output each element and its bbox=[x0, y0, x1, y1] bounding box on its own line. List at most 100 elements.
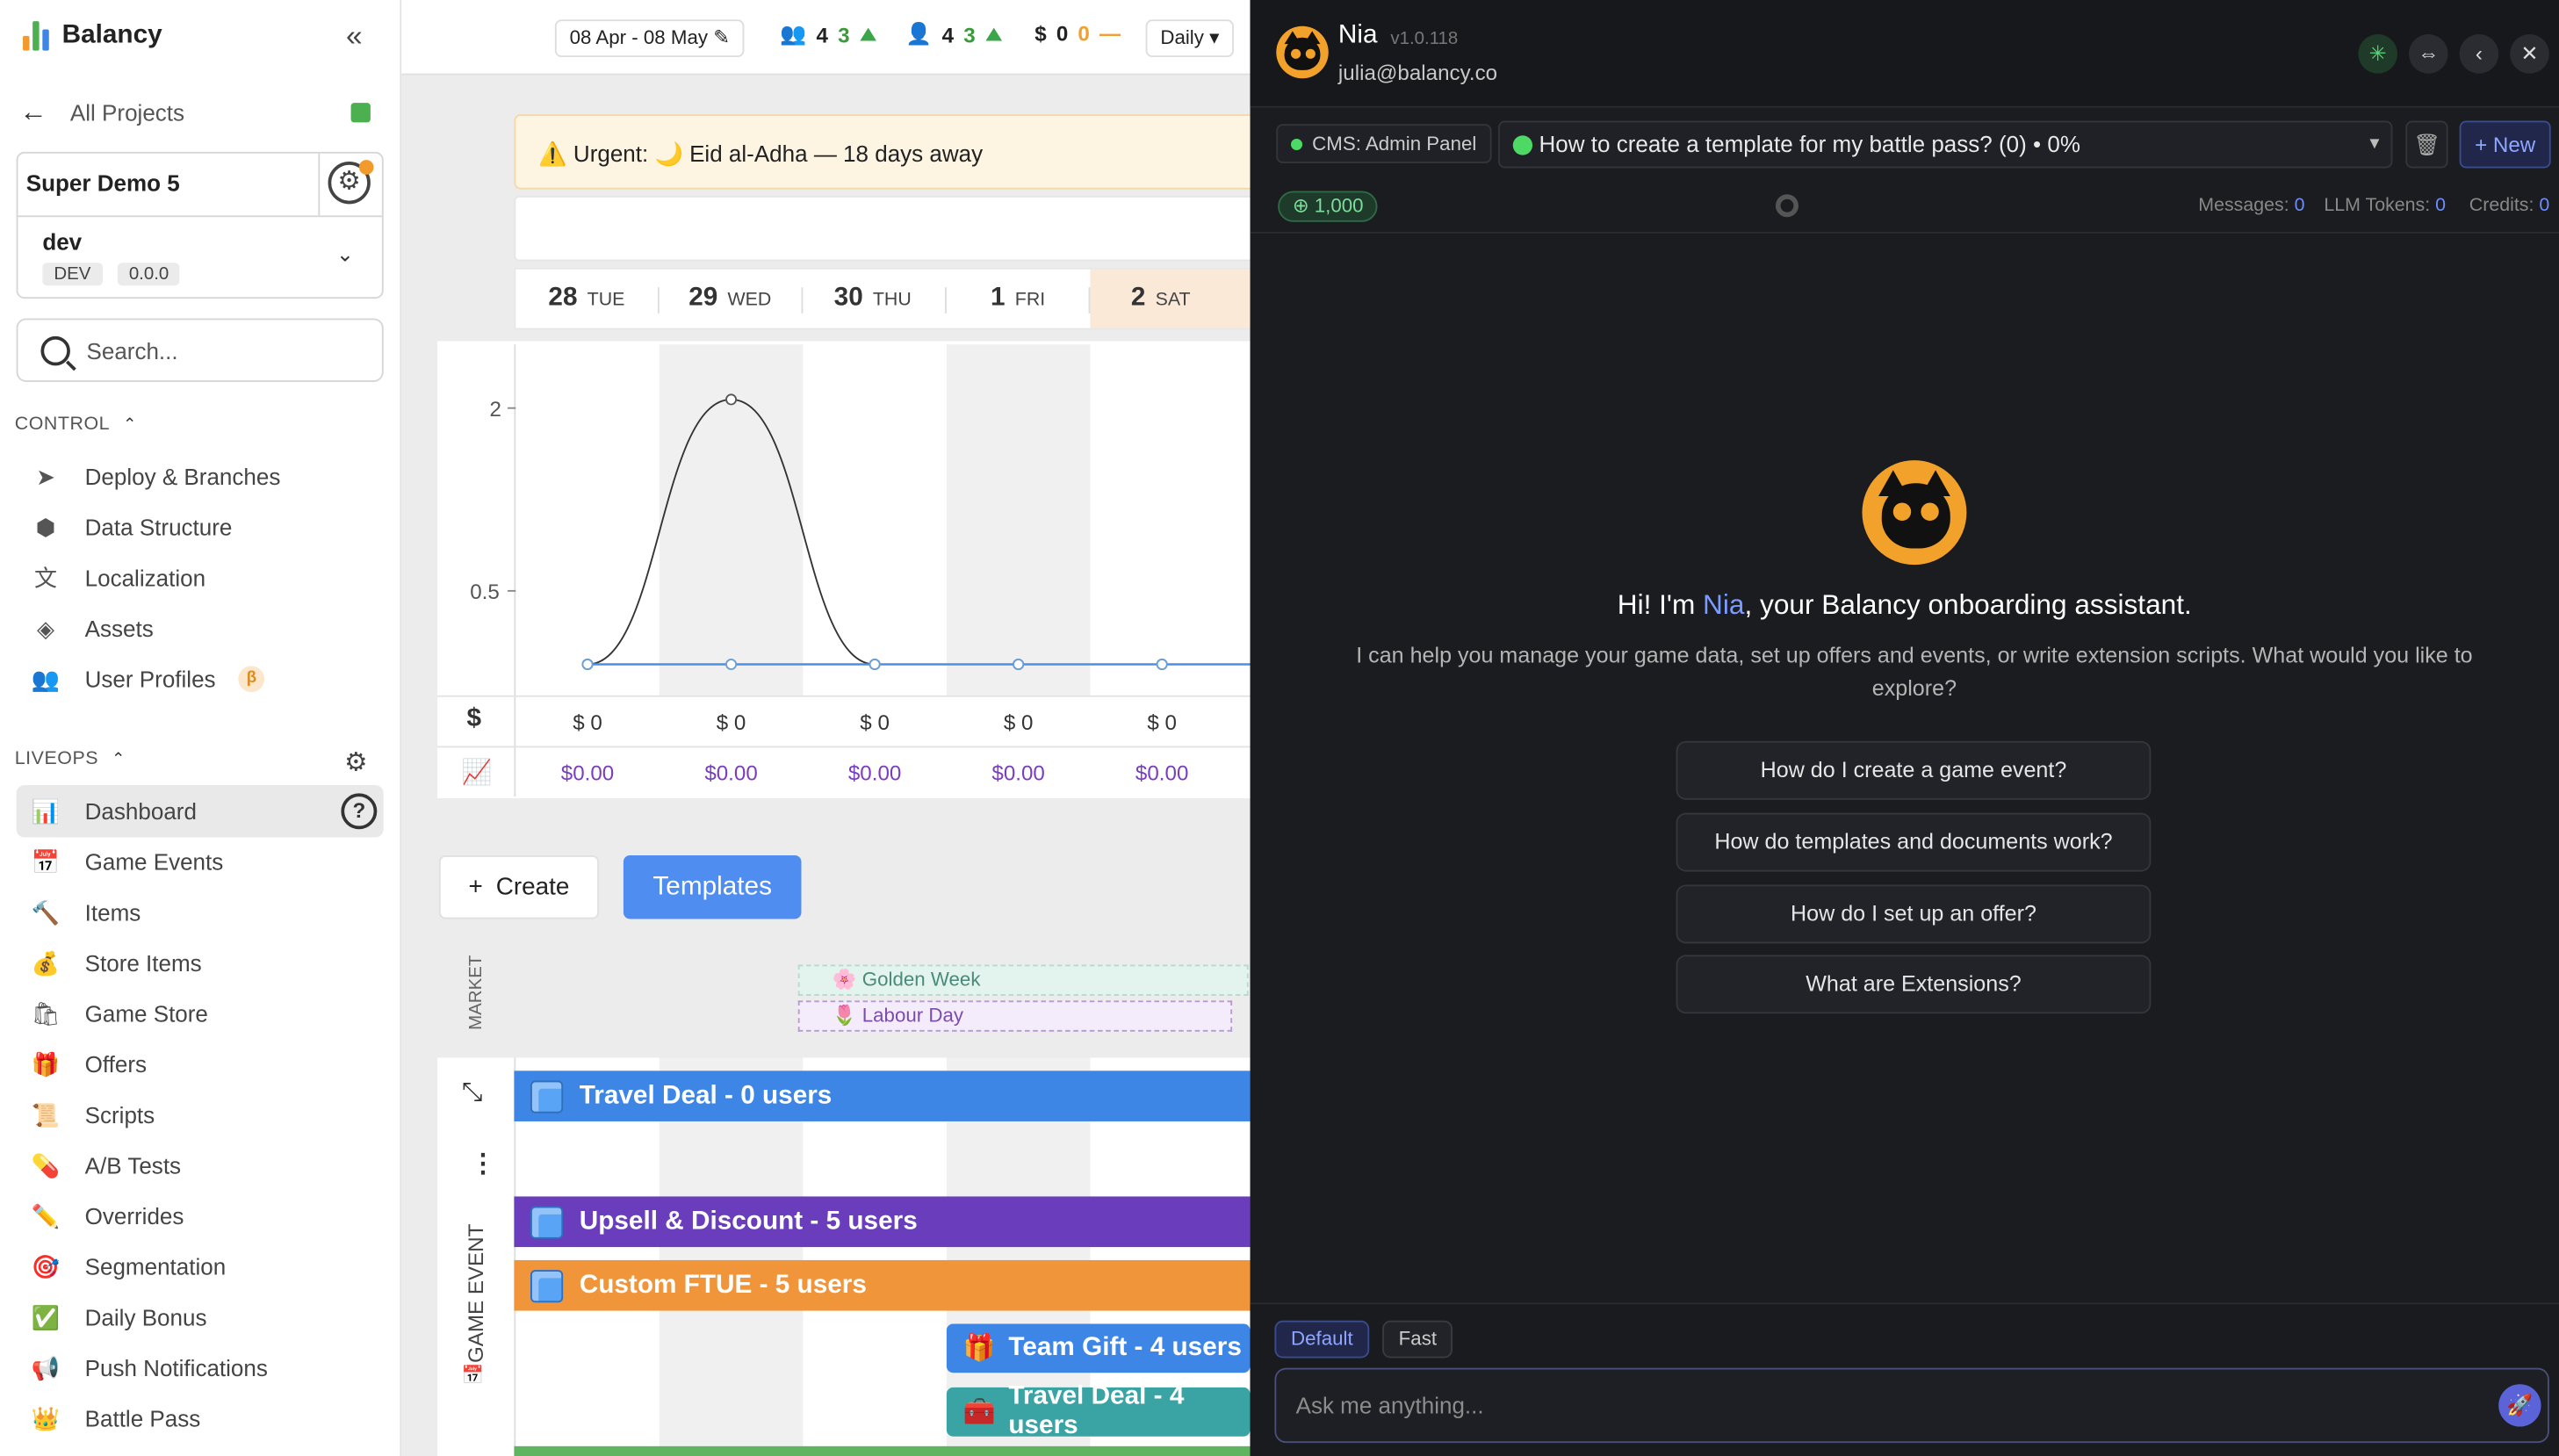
data-point[interactable] bbox=[725, 659, 738, 671]
event-bar-upsell-discount[interactable]: Upsell & Discount - 5 users bbox=[514, 1196, 1251, 1248]
nav-dashboard[interactable]: 📊 Dashboard bbox=[29, 793, 197, 829]
more-options-icon[interactable]: ⋮ bbox=[470, 1148, 496, 1180]
divider bbox=[437, 746, 1254, 748]
suggestion-button[interactable]: How do I create a game event? bbox=[1676, 740, 2152, 800]
nav-label: Overrides bbox=[84, 1202, 184, 1229]
suggestion-button[interactable]: How do templates and documents work? bbox=[1676, 812, 2152, 872]
nav-label: Battle Pass bbox=[84, 1405, 201, 1432]
intro-text: I can help you manage your game data, se… bbox=[1356, 643, 2473, 701]
event-bar-custom-ftue[interactable]: Custom FTUE - 5 users bbox=[514, 1259, 1251, 1311]
event-bar-travel-deal-2[interactable]: 🧰 Travel Deal - 4 users bbox=[946, 1382, 1251, 1439]
liveops-section-header[interactable]: LIVEOPS ⌃ bbox=[15, 749, 126, 768]
nav-daily-bonus[interactable]: ✅ Daily Bonus bbox=[29, 1300, 207, 1336]
chat-input[interactable]: Ask me anything... bbox=[1274, 1367, 2549, 1444]
event-bar-team-gift[interactable]: 🎁 Team Gift - 4 users bbox=[946, 1323, 1251, 1373]
assistant-version: v1.0.118 bbox=[1390, 29, 1459, 49]
revenue-cell: $ 0 bbox=[573, 710, 602, 735]
series-line bbox=[587, 398, 1163, 666]
arpu-cell: $0.00 bbox=[991, 760, 1045, 786]
templates-button[interactable]: Templates bbox=[623, 854, 802, 919]
data-point[interactable] bbox=[869, 659, 881, 671]
expand-width-icon[interactable]: ⇔ bbox=[2409, 34, 2448, 74]
credits-metric: Credits: 0 bbox=[2469, 196, 2550, 216]
cube-icon bbox=[530, 1205, 564, 1238]
loading-spinner-icon bbox=[1775, 194, 1799, 218]
pencil-icon: ✏️ bbox=[31, 1201, 61, 1229]
suggestion-button[interactable]: What are Extensions? bbox=[1676, 955, 2152, 1014]
suggestion-button[interactable]: How do I set up an offer? bbox=[1676, 884, 2152, 944]
data-point[interactable] bbox=[581, 659, 594, 671]
context-label: CMS: Admin Panel bbox=[1312, 132, 1477, 155]
nav-ab-tests[interactable]: 💊 A/B Tests bbox=[29, 1148, 181, 1184]
dropdown-caret-icon[interactable]: ▼ bbox=[2367, 135, 2382, 153]
nav-offers[interactable]: 🎁 Offers bbox=[29, 1046, 147, 1082]
revenue-cell: $ 0 bbox=[1003, 710, 1034, 735]
event-bar-travel-deal[interactable]: Travel Deal - 0 users bbox=[514, 1070, 1251, 1121]
nav-battle-pass[interactable]: 👑 Battle Pass bbox=[29, 1401, 200, 1437]
liveops-settings-gear-icon[interactable]: ⚙ bbox=[344, 746, 368, 778]
nav-game-store[interactable]: 🛍 Game Store bbox=[29, 996, 208, 1032]
conversation-select[interactable]: How to create a template for my battle p… bbox=[1498, 120, 2393, 169]
tokens-metric: LLM Tokens: 0 bbox=[2324, 196, 2447, 216]
game-event-lane-label: GAME EVENT bbox=[463, 1223, 488, 1364]
new-conversation-button[interactable]: + New bbox=[2459, 120, 2551, 169]
dashboard-icon: 📊 bbox=[31, 796, 61, 824]
crown-icon: 👑 bbox=[31, 1404, 61, 1431]
revenue-cell: $ 0 bbox=[716, 710, 746, 735]
divider bbox=[437, 695, 1254, 697]
context-chip[interactable]: CMS: Admin Panel bbox=[1276, 124, 1492, 163]
gift-icon: 🎁 bbox=[31, 1050, 61, 1077]
nav-label: A/B Tests bbox=[84, 1152, 182, 1179]
close-icon[interactable]: ✕ bbox=[2510, 34, 2549, 74]
mode-fast-button[interactable]: Fast bbox=[1382, 1320, 1453, 1359]
nav-label: Push Notifications bbox=[84, 1354, 268, 1381]
chevron-left-icon[interactable]: ‹ bbox=[2459, 34, 2499, 74]
megaphone-icon: 📢 bbox=[31, 1353, 61, 1380]
nav-overrides[interactable]: ✏️ Overrides bbox=[29, 1198, 184, 1234]
event-label: Travel Deal - 0 users bbox=[579, 1081, 833, 1110]
chest-icon: 🧰 bbox=[962, 1398, 996, 1427]
arpu-cell: $0.00 bbox=[847, 760, 902, 786]
data-point[interactable] bbox=[725, 393, 738, 406]
data-point[interactable] bbox=[1156, 659, 1168, 671]
event-bar-partial[interactable] bbox=[514, 1445, 1251, 1456]
nav-store-items[interactable]: 💰 Store Items bbox=[29, 945, 202, 981]
gift-icon: 🎁 bbox=[962, 1335, 996, 1364]
greeting: Hi! I'm Nia, your Balancy onboarding ass… bbox=[1617, 589, 2192, 621]
line-chart bbox=[507, 393, 1260, 671]
arpu-cell: $0.00 bbox=[1135, 760, 1189, 786]
create-button[interactable]: + Create bbox=[438, 854, 600, 919]
section-label: LIVEOPS bbox=[14, 749, 99, 769]
trash-icon[interactable]: 🗑 bbox=[2405, 120, 2448, 169]
chevron-up-icon: ⌃ bbox=[111, 750, 126, 768]
nav-push-notifications[interactable]: 📢 Push Notifications bbox=[29, 1350, 268, 1386]
revenue-row-icon: $ bbox=[466, 704, 482, 733]
nav-items[interactable]: 🔨 Items bbox=[29, 895, 141, 931]
cube-icon bbox=[530, 1269, 564, 1302]
nav-label: Items bbox=[84, 899, 141, 926]
event-label: Upsell & Discount - 5 users bbox=[579, 1207, 918, 1236]
nav-label: Daily Bonus bbox=[84, 1304, 207, 1330]
arpu-cell: $0.00 bbox=[704, 760, 758, 786]
event-label: Travel Deal - 4 users bbox=[1008, 1382, 1185, 1440]
assistant-name: Nia bbox=[1337, 21, 1378, 49]
shopping-bags-icon: 🛍 bbox=[31, 999, 61, 1027]
nav-label: Store Items bbox=[84, 949, 202, 977]
sparkle-icon[interactable]: ✳ bbox=[2358, 34, 2398, 74]
market-event-labour-day[interactable]: 🌷 Labour Day bbox=[797, 1000, 1233, 1032]
mode-default-button[interactable]: Default bbox=[1274, 1320, 1370, 1359]
collapse-arrows-icon[interactable]: ⤡ bbox=[462, 1079, 483, 1108]
nav-segmentation[interactable]: 🎯 Segmentation bbox=[29, 1249, 226, 1285]
pill-icon: 💊 bbox=[31, 1151, 61, 1178]
send-rocket-icon[interactable]: 🚀 bbox=[2498, 1384, 2541, 1427]
market-event-golden-week[interactable]: 🌸 Golden Week bbox=[797, 964, 1249, 996]
money-bag-icon: 💰 bbox=[31, 948, 61, 976]
arpu-cell: $0.00 bbox=[560, 760, 615, 786]
nav-scripts[interactable]: 📜 Scripts bbox=[29, 1097, 155, 1133]
data-point[interactable] bbox=[1013, 659, 1025, 671]
nav-game-events[interactable]: 📅 Game Events bbox=[29, 844, 223, 880]
nav-label: Scripts bbox=[84, 1101, 155, 1128]
cube-icon bbox=[530, 1079, 564, 1113]
nav-label: Game Events bbox=[84, 848, 224, 876]
help-icon[interactable]: ? bbox=[341, 793, 378, 830]
